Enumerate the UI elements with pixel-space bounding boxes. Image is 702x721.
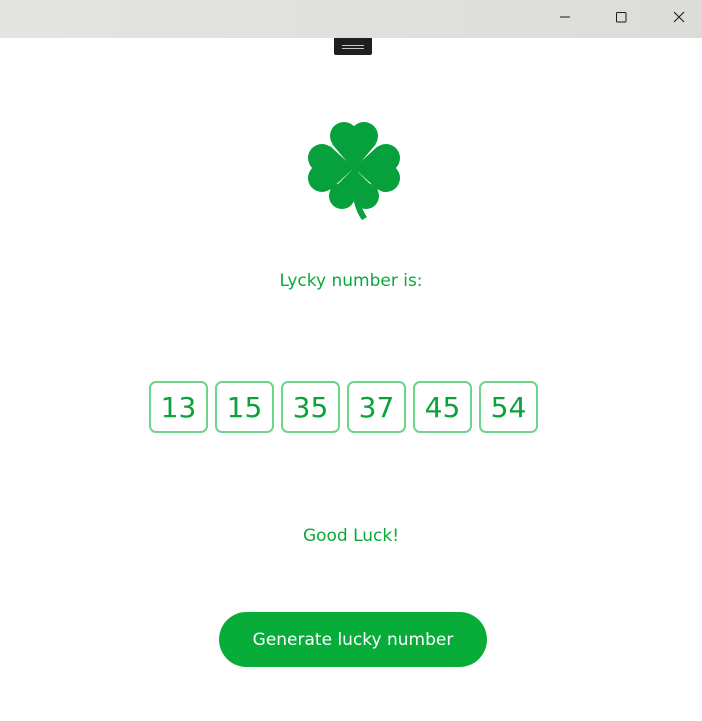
handle-line (342, 47, 364, 49)
number-box: 15 (215, 381, 274, 433)
number-box: 45 (413, 381, 472, 433)
maximize-icon (615, 12, 626, 23)
app-window: Lycky number is: 13 15 35 37 45 54 Good … (0, 0, 702, 721)
minimize-icon (559, 16, 570, 18)
good-luck-message: Good Luck! (302, 526, 400, 546)
generate-lucky-number-button[interactable]: Generate lucky number (219, 612, 487, 667)
title-bar[interactable] (0, 0, 702, 38)
number-box: 13 (149, 381, 208, 433)
lucky-number-label: Lycky number is: (279, 271, 423, 291)
minimize-button[interactable] (536, 0, 593, 34)
close-button[interactable] (650, 0, 702, 34)
lucky-numbers-row: 13 15 35 37 45 54 (149, 381, 538, 433)
number-box: 35 (281, 381, 340, 433)
number-box: 37 (347, 381, 406, 433)
handle-line (342, 44, 364, 46)
number-box: 54 (479, 381, 538, 433)
four-leaf-clover-icon (308, 122, 400, 220)
maximize-button[interactable] (592, 0, 649, 34)
drag-handle[interactable] (334, 38, 372, 55)
close-icon (673, 11, 684, 23)
